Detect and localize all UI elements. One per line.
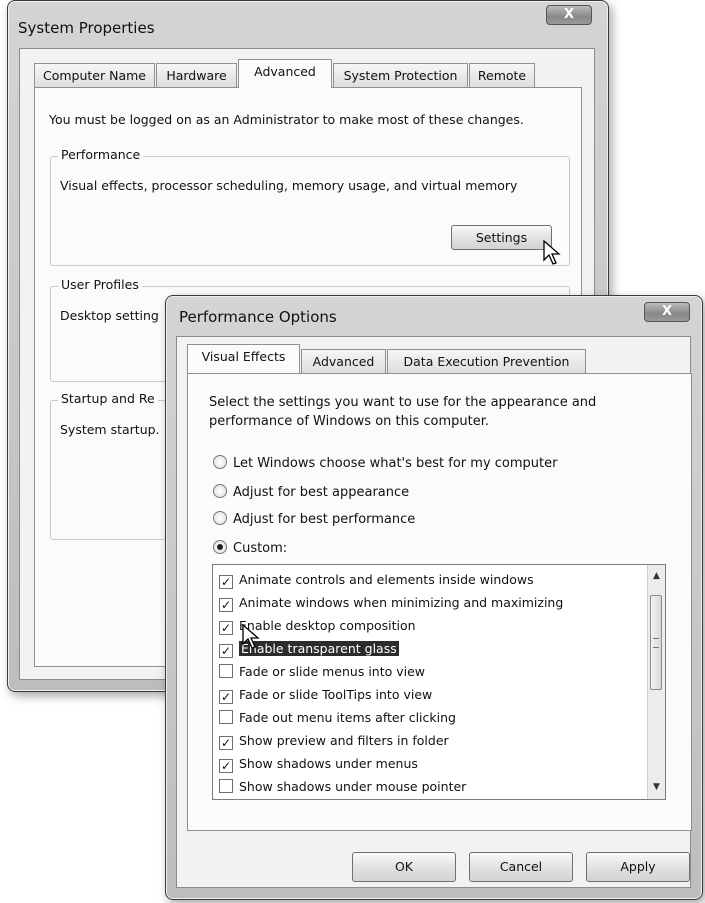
grip-icon xyxy=(653,638,659,648)
tab-advanced[interactable]: Advanced xyxy=(301,349,386,374)
radio-custom[interactable]: Custom: xyxy=(213,540,287,560)
performance-label: Performance xyxy=(58,147,144,162)
radio-button[interactable] xyxy=(213,511,227,525)
visual-effects-list[interactable]: ✓ Animate controls and elements inside wi… xyxy=(212,564,666,800)
checkbox[interactable]: ✓ xyxy=(219,575,233,589)
startup-recovery-description: System startup. xyxy=(60,422,160,437)
settings-button[interactable]: Settings xyxy=(451,225,552,250)
user-profiles-label: User Profiles xyxy=(58,277,142,292)
list-item[interactable]: Fade or slide menus into view xyxy=(219,662,425,682)
user-profiles-description: Desktop setting xyxy=(60,308,159,323)
tab-hardware[interactable]: Hardware xyxy=(156,63,237,88)
radio-button[interactable] xyxy=(213,484,227,498)
list-scrollbar[interactable]: ▲ ▼ xyxy=(647,565,665,799)
checkbox[interactable]: ✓ xyxy=(219,644,233,658)
radio-best-performance[interactable]: Adjust for best performance xyxy=(213,511,415,531)
list-item[interactable]: ✓ Animate windows when minimizing and max… xyxy=(219,593,563,613)
radio-let-windows-choose[interactable]: Let Windows choose what's best for my co… xyxy=(213,455,557,475)
intro-text-line-1: Select the settings you want to use for … xyxy=(209,395,597,410)
tab-system-protection[interactable]: System Protection xyxy=(333,63,468,88)
checkbox[interactable] xyxy=(219,664,233,678)
checkbox[interactable]: ✓ xyxy=(219,598,233,612)
list-item[interactable]: ✓ Show shadows under menus xyxy=(219,754,418,774)
apply-button[interactable]: Apply xyxy=(586,852,690,882)
scroll-down-arrow-icon[interactable]: ▼ xyxy=(648,779,665,796)
cancel-button[interactable]: Cancel xyxy=(469,852,573,882)
tab-computer-name[interactable]: Computer Name xyxy=(34,63,155,88)
mouse-pointer-icon xyxy=(543,240,561,265)
list-item[interactable]: ✓ Fade or slide ToolTips into view xyxy=(219,685,432,705)
close-button[interactable]: X xyxy=(644,302,690,322)
checkbox[interactable]: ✓ xyxy=(219,621,233,635)
scrollbar-thumb[interactable] xyxy=(650,595,662,690)
performance-group: Performance Visual effects, processor sc… xyxy=(50,147,570,266)
list-item[interactable]: Fade out menu items after clicking xyxy=(219,708,456,728)
checkbox[interactable] xyxy=(219,779,233,793)
intro-text-line-2: performance of Windows on this computer. xyxy=(209,414,490,429)
checkbox[interactable]: ✓ xyxy=(219,759,233,773)
performance-description: Visual effects, processor scheduling, me… xyxy=(60,178,518,193)
checkbox[interactable] xyxy=(219,710,233,724)
startup-recovery-label: Startup and Re xyxy=(58,391,158,406)
list-item[interactable]: ✓ Show preview and filters in folder xyxy=(219,731,449,751)
radio-button-selected[interactable] xyxy=(213,540,227,554)
tab-remote[interactable]: Remote xyxy=(469,63,535,88)
system-properties-title: System Properties xyxy=(18,19,155,37)
list-item[interactable]: ✓ Animate controls and elements inside wi… xyxy=(219,570,534,590)
close-button[interactable]: X xyxy=(546,5,592,25)
close-icon: X xyxy=(661,304,673,319)
ok-button[interactable]: OK xyxy=(352,852,456,882)
checkbox[interactable]: ✓ xyxy=(219,736,233,750)
list-item[interactable]: Show shadows under mouse pointer xyxy=(219,777,466,797)
admin-notice: You must be logged on as an Administrato… xyxy=(49,112,524,127)
radio-best-appearance[interactable]: Adjust for best appearance xyxy=(213,484,409,504)
tab-advanced[interactable]: Advanced xyxy=(238,59,332,88)
radio-button[interactable] xyxy=(213,455,227,469)
performance-options-title: Performance Options xyxy=(179,308,337,326)
checkbox[interactable]: ✓ xyxy=(219,690,233,704)
mouse-pointer-icon xyxy=(242,624,260,649)
tab-data-execution-prevention[interactable]: Data Execution Prevention xyxy=(387,349,586,374)
close-icon: X xyxy=(563,7,575,22)
tab-visual-effects[interactable]: Visual Effects xyxy=(187,344,300,373)
scroll-up-arrow-icon[interactable]: ▲ xyxy=(648,568,665,585)
